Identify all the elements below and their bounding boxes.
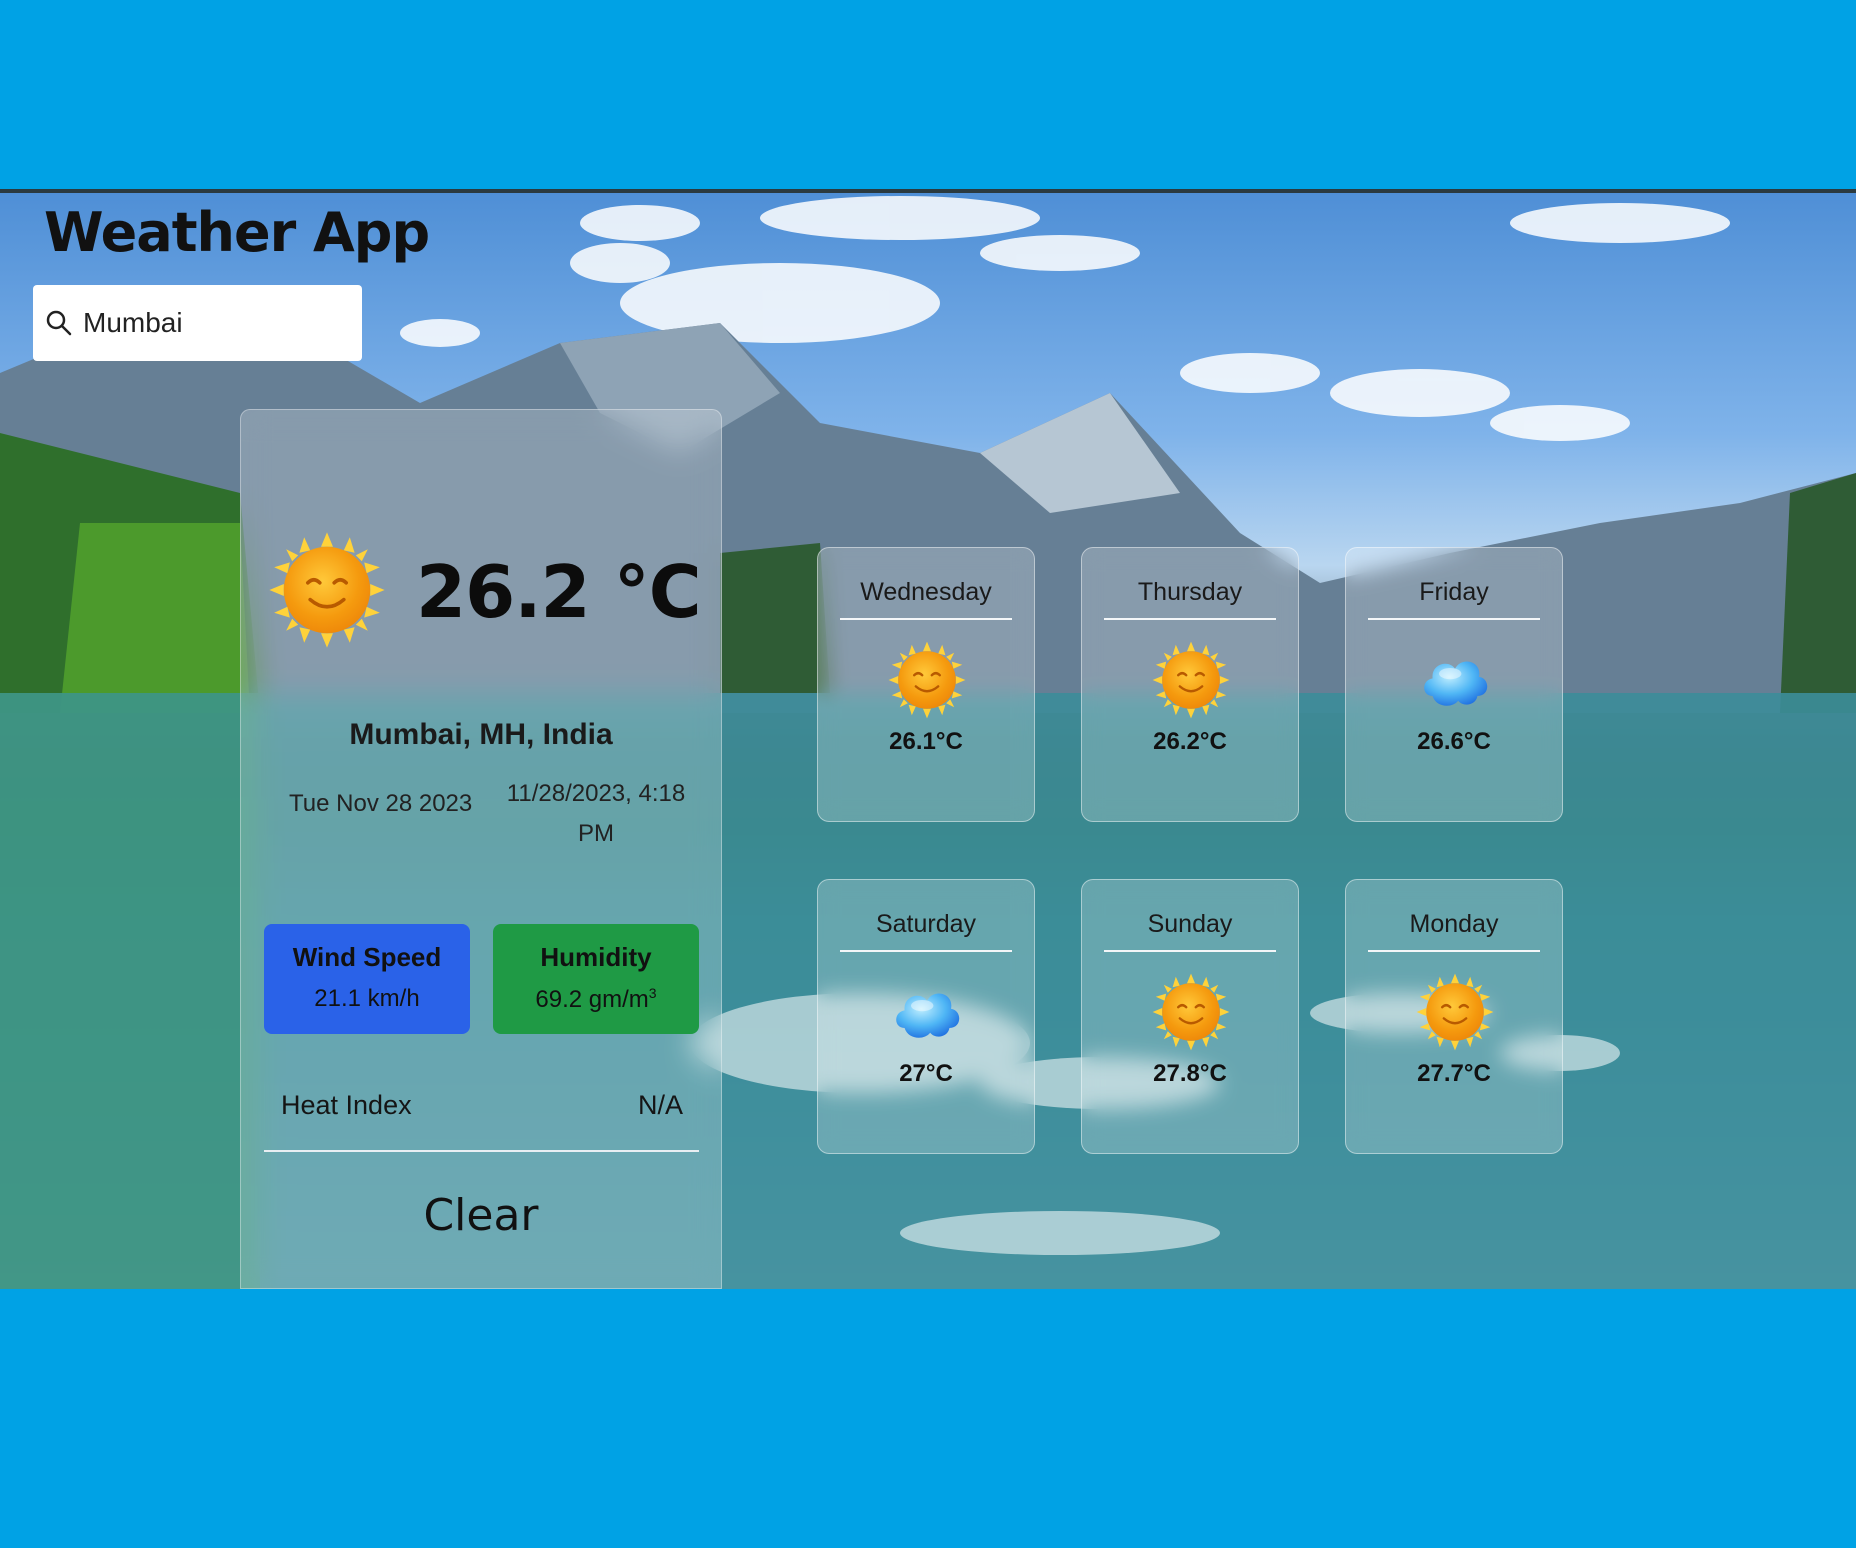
sun-icon xyxy=(887,640,967,720)
sun-icon xyxy=(1151,972,1231,1052)
forecast-day: Thursday xyxy=(1137,578,1243,606)
current-weather-card: 26.2 °C Mumbai, MH, India Tue Nov 28 202… xyxy=(240,409,722,1289)
current-datetime: 11/28/2023, 4:18 PM xyxy=(506,780,686,847)
sun-icon xyxy=(1151,640,1231,720)
location-label: Mumbai, MH, India xyxy=(349,718,613,751)
humidity-unit-superscript: 3 xyxy=(648,985,657,1001)
forecast-temp: 27°C xyxy=(899,1060,953,1087)
sun-icon xyxy=(267,530,387,650)
forecast-temp: 26.2°C xyxy=(1153,728,1227,755)
divider xyxy=(840,950,1012,952)
forecast-card-friday: Friday 26.6°C xyxy=(1345,547,1563,822)
divider xyxy=(1368,618,1540,620)
forecast-temp: 26.1°C xyxy=(889,728,963,755)
wind-speed-value: 21.1 km/h xyxy=(314,985,420,1012)
heat-index-value: N/A xyxy=(637,1090,683,1120)
divider xyxy=(1104,950,1276,952)
forecast-day: Saturday xyxy=(875,910,977,938)
forecast-card-thursday: Thursday 26.2°C xyxy=(1081,547,1299,822)
forecast-temp: 27.7°C xyxy=(1417,1060,1491,1087)
wind-speed-label: Wind Speed xyxy=(292,942,442,972)
forecast-day: Wednesday xyxy=(860,578,992,606)
divider xyxy=(1368,950,1540,952)
forecast-day: Monday xyxy=(1409,910,1499,938)
humidity-panel: Humidity 69.2 gm/m3 xyxy=(493,924,699,1034)
cloud-icon xyxy=(887,972,967,1052)
divider xyxy=(840,618,1012,620)
humidity-value-line: 69.2 gm/m3 xyxy=(493,985,699,1014)
forecast-card-sunday: Sunday 27.8°C xyxy=(1081,879,1299,1154)
current-date: Tue Nov 28 2023 xyxy=(289,790,473,817)
app-title: Weather App xyxy=(44,201,430,264)
divider xyxy=(1104,618,1276,620)
forecast-card-saturday: Saturday 27°C xyxy=(817,879,1035,1154)
forecast-temp: 27.8°C xyxy=(1153,1060,1227,1087)
humidity-value: 69.2 gm/m xyxy=(535,986,649,1013)
search-icon[interactable] xyxy=(45,309,73,337)
heat-index-label: Heat Index xyxy=(281,1090,412,1120)
search-input[interactable] xyxy=(83,307,333,339)
divider xyxy=(264,1150,699,1152)
search-box[interactable] xyxy=(33,285,362,361)
current-temperature: 26.2 °C xyxy=(416,550,702,634)
wind-speed-panel: Wind Speed 21.1 km/h xyxy=(264,924,470,1034)
sun-icon xyxy=(1415,972,1495,1052)
forecast-card-wednesday: Wednesday 26.1°C xyxy=(817,547,1035,822)
weather-app: Weather App 26.2 °C Mumbai, MH, India Tu… xyxy=(0,193,1856,1289)
weather-condition: Clear xyxy=(423,1190,539,1241)
humidity-label: Humidity xyxy=(540,942,652,972)
forecast-temp: 26.6°C xyxy=(1417,728,1491,755)
forecast-card-monday: Monday 27.7°C xyxy=(1345,879,1563,1154)
forecast-day: Sunday xyxy=(1147,910,1233,938)
cloud-icon xyxy=(1415,640,1495,720)
forecast-day: Friday xyxy=(1419,578,1489,606)
